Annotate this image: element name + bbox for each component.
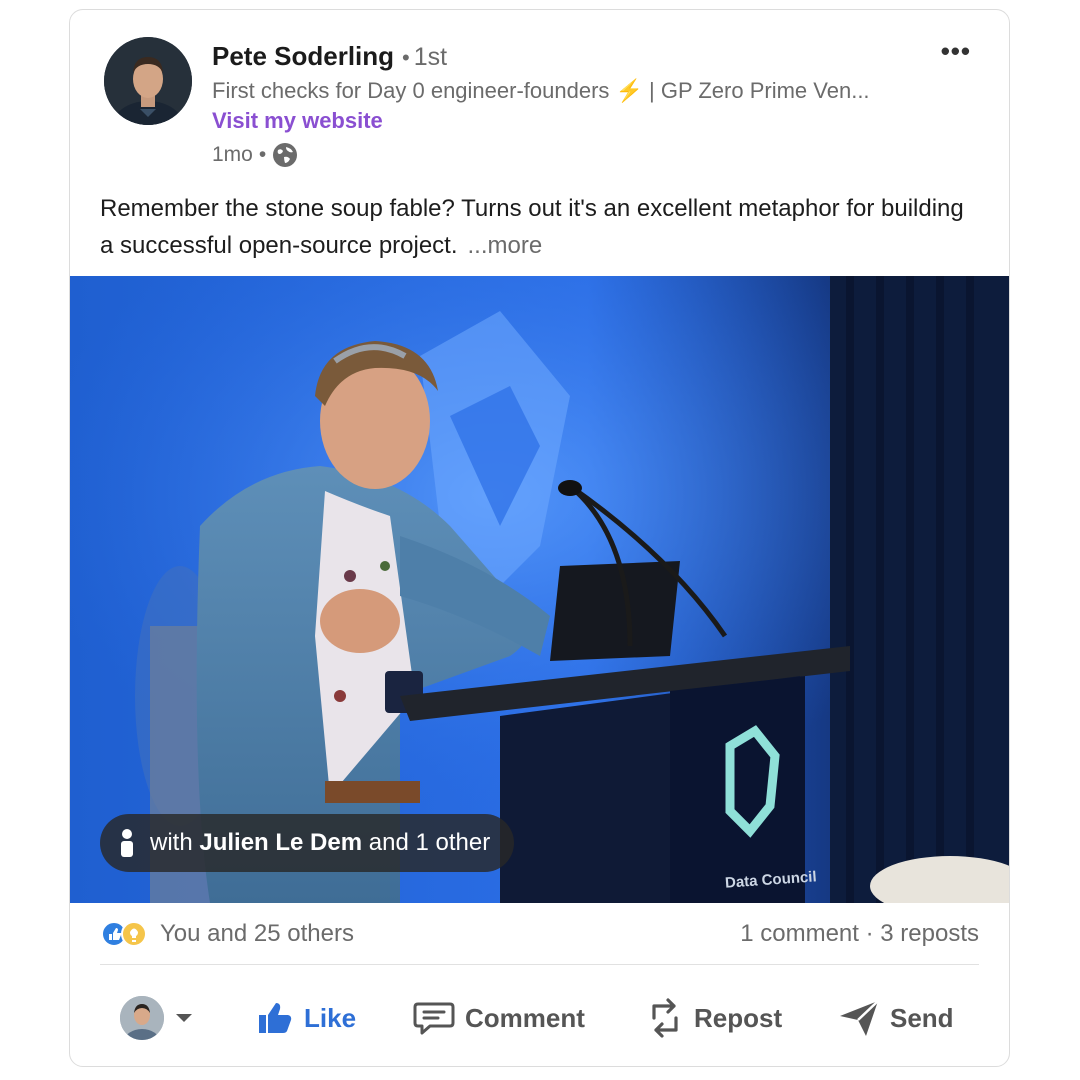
lightning-icon: ⚡: [615, 78, 643, 103]
comment-repost-counts[interactable]: 1 comment · 3 reposts: [740, 920, 979, 948]
degree-separator: •: [402, 45, 410, 70]
headline-end: | GP Zero Prime Ven...: [642, 78, 870, 103]
post-image[interactable]: Data Council with Julien Le Dem and 1 ot…: [70, 276, 1009, 903]
visit-website-link[interactable]: Visit my website: [212, 107, 383, 135]
send-button[interactable]: Send: [838, 990, 954, 1046]
reactions-text: You and 25 others: [160, 920, 354, 947]
tag-text: with Julien Le Dem and 1 other: [150, 829, 490, 857]
reactions-summary[interactable]: You and 25 others: [100, 920, 354, 948]
tagged-person[interactable]: Julien Le Dem: [199, 829, 362, 856]
tag-suffix[interactable]: and 1 other: [369, 829, 490, 856]
action-bar: Like Comment Repost Send: [70, 990, 1009, 1046]
meta-separator: •: [258, 143, 267, 166]
send-icon: [840, 1000, 879, 1036]
speaker-photo: Data Council: [70, 276, 1009, 903]
more-options-icon[interactable]: •••: [941, 36, 971, 67]
post-text: Remember the stone soup fable? Turns out…: [100, 190, 980, 264]
author-line: Pete Soderling • 1st: [212, 40, 447, 74]
tag-prefix: with: [150, 829, 193, 856]
repost-icon: [652, 998, 678, 1038]
author-avatar[interactable]: [104, 37, 192, 125]
repost-button[interactable]: Repost: [646, 990, 782, 1046]
author-name[interactable]: Pete Soderling: [212, 41, 394, 71]
globe-icon: [272, 142, 298, 168]
comment-icon: [413, 1002, 455, 1035]
comment-button[interactable]: Comment: [413, 990, 585, 1046]
comment-label: Comment: [465, 1002, 585, 1033]
connection-degree: 1st: [413, 43, 448, 71]
reaction-identity-switcher[interactable]: [120, 990, 194, 1046]
post-time: 1mo: [212, 143, 253, 166]
see-more-link[interactable]: ...more: [468, 232, 543, 259]
people-tag-pill[interactable]: with Julien Le Dem and 1 other: [100, 814, 515, 872]
like-label: Like: [304, 1002, 357, 1033]
thumbs-up-icon: [259, 1003, 292, 1033]
author-photo: [104, 37, 192, 125]
person-icon: [121, 829, 133, 857]
chevron-down-icon: [176, 1014, 192, 1022]
author-headline: First checks for Day 0 engineer-founders…: [212, 76, 870, 106]
actions-divider: [100, 964, 979, 965]
repost-label: Repost: [694, 1002, 783, 1033]
post-meta: 1mo •: [212, 141, 298, 169]
send-label: Send: [890, 1002, 954, 1033]
like-button[interactable]: Like: [256, 990, 356, 1046]
reaction-icons: [100, 920, 152, 948]
headline-start: First checks for Day 0 engineer-founders: [212, 78, 616, 103]
my-avatar: [120, 996, 164, 1040]
post-card: Pete Soderling • 1st First checks for Day …: [69, 9, 1010, 1067]
